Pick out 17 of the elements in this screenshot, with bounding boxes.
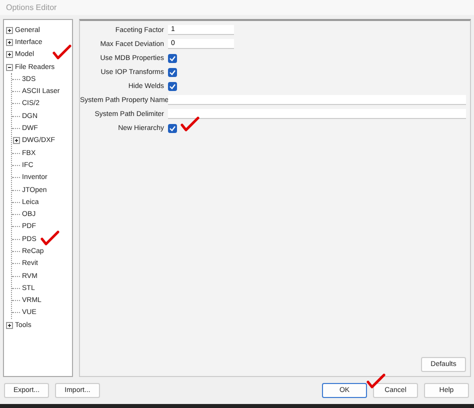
expand-icon[interactable] (6, 26, 13, 34)
checkbox[interactable] (168, 124, 177, 133)
expand-icon[interactable] (6, 38, 13, 46)
check-mark-icon (366, 373, 386, 389)
checkbox[interactable] (168, 82, 177, 91)
expand-icon[interactable] (6, 322, 13, 329)
window-title: Options Editor (0, 0, 474, 15)
input-field[interactable] (168, 95, 466, 106)
check-mark-icon (52, 44, 72, 60)
check-mark-icon (180, 116, 200, 132)
checkbox[interactable] (168, 68, 177, 77)
expand-icon[interactable] (6, 51, 13, 58)
check-mark-icon (40, 230, 60, 246)
expand-icon[interactable] (13, 137, 20, 144)
checkbox[interactable] (168, 54, 177, 63)
collapse-icon[interactable] (6, 64, 13, 71)
input-field[interactable] (168, 109, 466, 120)
